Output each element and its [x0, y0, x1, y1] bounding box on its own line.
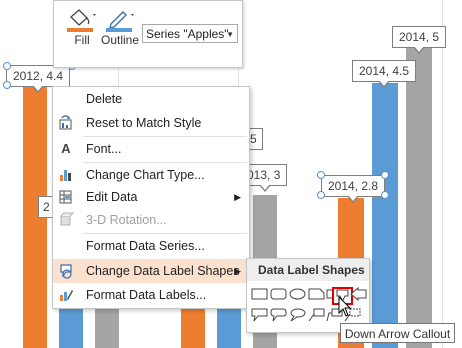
- left-arrow-callout-shape-icon[interactable]: [350, 287, 367, 301]
- series-dropdown-value: Series "Apples": [146, 27, 229, 41]
- menu-item-format-data-series[interactable]: Format Data Series...: [53, 234, 249, 258]
- selection-handle[interactable]: [3, 62, 11, 70]
- format-labels-icon: [58, 287, 74, 303]
- data-label-text: 2014, 5: [399, 30, 440, 44]
- menu-item-reset-style[interactable]: Reset to Match Style: [53, 111, 249, 135]
- reset-style-icon: [58, 115, 74, 131]
- data-label-text: 2: [43, 200, 50, 214]
- menu-item-change-data-label-shapes[interactable]: Change Data Label Shapes ▶: [53, 259, 249, 283]
- line-callout-shape-icon[interactable]: [308, 308, 325, 322]
- fill-button[interactable]: Fill: [62, 7, 102, 47]
- callout-tail: [413, 46, 426, 54]
- data-label-text: 5: [250, 132, 257, 146]
- selection-handle[interactable]: [381, 171, 389, 179]
- oval-callout-shape-icon[interactable]: [289, 308, 306, 322]
- data-label-callout[interactable]: 2012, 4.4: [6, 65, 71, 93]
- 3d-rotation-icon: [58, 212, 75, 228]
- selection-handle[interactable]: [317, 191, 325, 199]
- gridline: [442, 0, 443, 348]
- mini-toolbar: Fill Outline Series "Apples" ▼: [53, 0, 243, 68]
- outline-label: Outline: [100, 33, 140, 47]
- data-label-callout[interactable]: 2014, 4.5: [352, 60, 417, 88]
- bar-series2-2014[interactable]: [372, 83, 398, 348]
- submenu-arrow-icon: ▶: [234, 192, 241, 202]
- callout-tail: [32, 85, 45, 93]
- callout-tail: [258, 184, 271, 192]
- pen-icon: [103, 7, 137, 33]
- submenu-arrow-icon: ▶: [234, 266, 241, 276]
- oval-shape-icon[interactable]: [289, 287, 306, 301]
- snip-corner-shape-icon[interactable]: [308, 287, 325, 301]
- menu-item-delete[interactable]: Delete: [53, 87, 249, 111]
- tooltip: Down Arrow Callout: [340, 323, 455, 343]
- data-label-callout[interactable]: 2014, 2.8: [321, 175, 386, 203]
- menu-item-label: Format Data Series...: [86, 239, 205, 253]
- rectangle-shape-icon[interactable]: [251, 287, 268, 301]
- menu-item-label: 3-D Rotation...: [86, 213, 167, 227]
- data-label-text: 2012, 4.4: [13, 69, 64, 83]
- mouse-cursor-icon: [338, 295, 352, 321]
- selection-handle[interactable]: [317, 171, 325, 179]
- chart-type-icon: [58, 167, 74, 183]
- data-label-text: 2014, 2.8: [328, 179, 379, 193]
- data-label-callout[interactable]: 2014, 5: [392, 26, 447, 54]
- chevron-down-icon: ▼: [226, 30, 234, 39]
- edit-data-icon: [58, 189, 74, 205]
- outline-button[interactable]: Outline: [98, 7, 142, 47]
- menu-item-label: Change Data Label Shapes: [86, 264, 240, 278]
- menu-item-edit-data[interactable]: Edit Data ▶: [53, 185, 249, 209]
- callout-tail: [347, 195, 360, 203]
- bar-series3-2014[interactable]: [406, 46, 432, 348]
- menu-item-label: Edit Data: [86, 190, 138, 204]
- callout-tail: [378, 80, 391, 88]
- rounded-callout-shape-icon[interactable]: [270, 308, 287, 322]
- data-label-text: 2014, 4.5: [359, 64, 410, 78]
- label-shapes-icon: [58, 263, 74, 279]
- rectangular-callout-shape-icon[interactable]: [251, 308, 268, 322]
- menu-item-label: Font...: [86, 142, 122, 156]
- series-dropdown[interactable]: Series "Apples" ▼: [142, 24, 238, 43]
- font-icon: A: [61, 141, 71, 156]
- menu-item-3d-rotation[interactable]: 3-D Rotation...: [53, 208, 249, 232]
- data-label-text: 013, 3: [247, 168, 281, 182]
- context-menu: Delete Reset to Match Style A Font... Ch…: [52, 86, 250, 309]
- gallery-header: Data Label Shapes: [247, 259, 369, 281]
- paint-bucket-icon: [65, 7, 99, 33]
- selection-handle[interactable]: [3, 81, 11, 89]
- menu-item-label: Delete: [86, 92, 123, 106]
- menu-item-format-data-labels[interactable]: Format Data Labels...: [53, 283, 249, 307]
- menu-item-change-chart-type[interactable]: Change Chart Type...: [53, 163, 249, 187]
- menu-item-label: Format Data Labels...: [86, 288, 207, 302]
- fill-label: Fill: [74, 33, 90, 47]
- menu-item-font[interactable]: A Font...: [53, 137, 249, 161]
- rounded-rectangle-shape-icon[interactable]: [270, 287, 287, 301]
- menu-item-label: Change Chart Type...: [86, 168, 205, 182]
- selection-handle[interactable]: [381, 191, 389, 199]
- menu-item-label: Reset to Match Style: [86, 116, 202, 130]
